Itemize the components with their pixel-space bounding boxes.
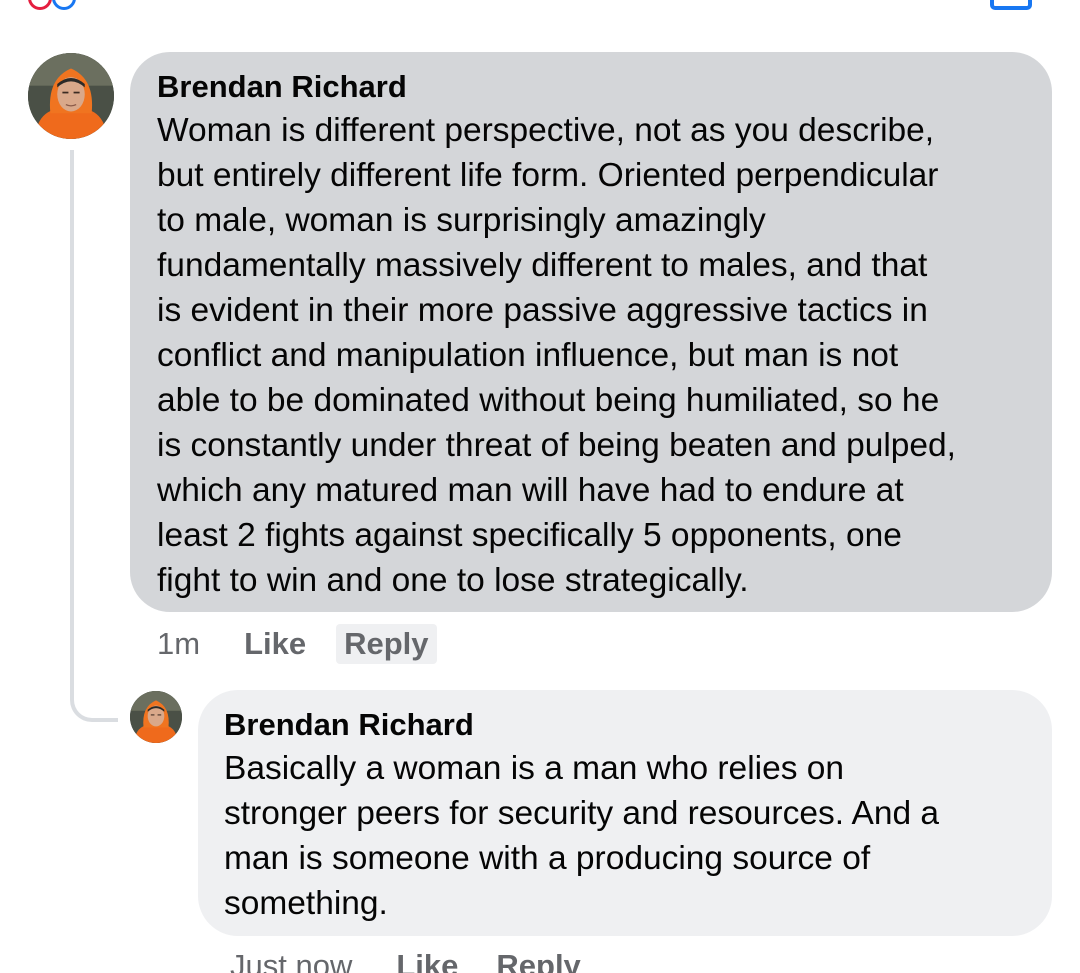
reaction-icons [28,0,76,10]
comment-timestamp[interactable]: 1m [157,626,200,662]
profile-photo-icon [28,53,114,139]
reply-button[interactable]: Reply [496,948,580,973]
comment-timestamp[interactable]: Just now [230,948,352,973]
comment-actions: 1m Like Reply [157,622,475,666]
comment-author[interactable]: Brendan Richard [224,706,1026,744]
comment-text: Woman is different perspective, not as y… [157,112,956,599]
comment-thread: Brendan Richard Woman is different persp… [0,0,1080,973]
avatar[interactable] [28,53,114,139]
like-button[interactable]: Like [396,948,458,973]
reply-comment-bubble[interactable]: Brendan Richard Basically a woman is a m… [198,690,1052,936]
reply-button[interactable]: Reply [336,624,437,664]
thread-connector-line [70,150,118,722]
like-button[interactable]: Like [244,626,306,662]
comment-author[interactable]: Brendan Richard [157,68,1026,106]
comment-bubble[interactable]: Brendan Richard Woman is different persp… [130,52,1052,612]
reply-comment-actions: Just now Like Reply [230,944,619,973]
compose-icon[interactable] [990,0,1032,10]
profile-photo-icon [130,691,182,743]
comment-text: Basically a woman is a man who relies on… [224,750,940,922]
reply-avatar[interactable] [130,691,182,743]
